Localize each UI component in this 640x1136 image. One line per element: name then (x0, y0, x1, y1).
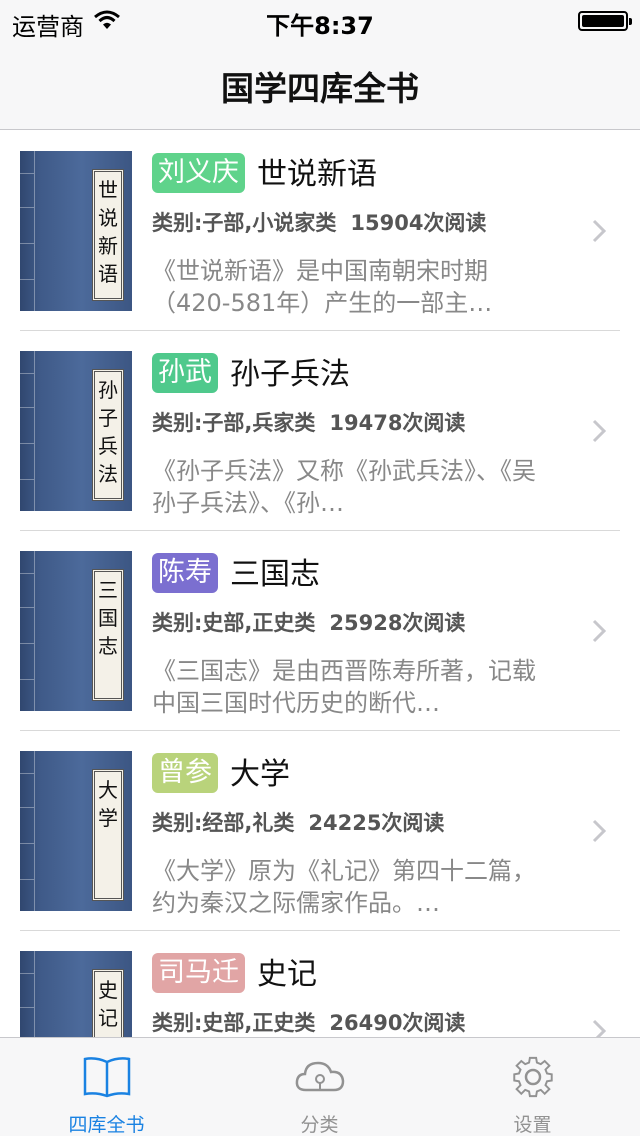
list-item[interactable]: 史记 司马迁 史记类别:史部,正史类 26490次阅读 (0, 931, 640, 1037)
tab-siku[interactable]: 四库全书 (0, 1038, 213, 1136)
header: 运营商 下午8:37 国学四库全书 (0, 0, 640, 130)
book-cover-image: 世说新语 (20, 151, 132, 311)
book-cover-image: 史记 (20, 951, 132, 1037)
book-description: 《三国志》是由西晋陈寿所著，记载中国三国时代历史的断代… (152, 657, 536, 717)
status-time: 下午8:37 (266, 12, 374, 40)
tab-settings[interactable]: 设置 (426, 1038, 639, 1136)
read-count: 19478次阅读 (329, 411, 466, 435)
gear-icon (512, 1056, 553, 1098)
author-badge: 陈寿 (152, 553, 218, 593)
book-list[interactable]: 世说新语 刘义庆 世说新语 类别:子部,小说家类 15904次阅读 《世说新语》是中国南朝… (0, 131, 640, 1037)
book-category: 类别:史部,正史类 (152, 611, 316, 635)
author-badge: 司马迁 (152, 953, 245, 993)
book-meta: 类别:子部,小说家类 15904次阅读 (152, 207, 486, 237)
chevron-right-icon (592, 219, 606, 243)
battery-icon (578, 11, 632, 31)
read-count: 15904次阅读 (350, 211, 487, 235)
book-category: 类别:经部,礼类 (152, 811, 295, 835)
cloud-icon (295, 1061, 344, 1092)
cover-label: 三国志 (92, 569, 124, 701)
read-count: 26490次阅读 (329, 1011, 466, 1035)
page-title: 国学四库全书 (221, 69, 419, 108)
tab-label: 分类 (300, 1114, 339, 1136)
read-count: 25928次阅读 (329, 611, 466, 635)
status-bar: 运营商 下午8:37 (0, 0, 640, 41)
author-badge: 孙武 (152, 353, 218, 393)
book-category: 类别:史部,正史类 (152, 1011, 316, 1035)
tab-label: 四库全书 (68, 1114, 145, 1136)
list-item[interactable]: 孙子兵法 孙武 孙子兵法 类别:子部,兵家类 19478次阅读 《孙子兵法》又称《孙武兵法… (0, 331, 640, 531)
book-title: 大学 (230, 757, 290, 792)
book-meta: 类别:子部,兵家类 19478次阅读 (152, 407, 465, 437)
chevron-right-icon (592, 419, 606, 443)
tab-label: 设置 (513, 1114, 552, 1136)
book-description: 《大学》原为《礼记》第四十二篇，约为秦汉之际儒家作品。… (152, 857, 536, 917)
cover-label: 史记 (92, 969, 124, 1037)
list-item[interactable]: 大学 曾参 大学 类别:经部,礼类 24225次阅读 《大学》原为《礼记》第四十二篇，约为… (0, 731, 640, 931)
read-count: 24225次阅读 (308, 811, 445, 835)
book-title: 孙子兵法 (230, 357, 350, 392)
chevron-right-icon (592, 819, 606, 843)
book-meta: 类别:史部,正史类 26490次阅读 (152, 1007, 465, 1037)
author-badge: 曾参 (152, 753, 218, 793)
book-description: 《孙子兵法》又称《孙武兵法》、《吴孙子兵法》、《孙… (152, 457, 536, 517)
book-title: 史记 (257, 957, 317, 992)
cover-label: 世说新语 (92, 169, 124, 301)
chevron-right-icon (592, 619, 606, 643)
list-item[interactable]: 三国志 陈寿 三国志 类别:史部,正史类 25928次阅读 《三国志》是由西晋陈寿所著，记… (0, 531, 640, 731)
book-meta: 类别:经部,礼类 24225次阅读 (152, 807, 444, 837)
tab-bar: 四库全书 分类 设置 (0, 1037, 640, 1136)
book-cover-image: 三国志 (20, 551, 132, 711)
tab-category[interactable]: 分类 (213, 1038, 426, 1136)
author-badge: 刘义庆 (152, 153, 245, 193)
cover-label: 孙子兵法 (92, 369, 124, 501)
book-category: 类别:子部,小说家类 (152, 211, 337, 235)
book-cover-image: 大学 (20, 751, 132, 911)
book-title: 世说新语 (257, 157, 377, 192)
chevron-right-icon (592, 1019, 606, 1037)
book-title: 三国志 (230, 557, 320, 592)
book-meta: 类别:史部,正史类 25928次阅读 (152, 607, 465, 637)
book-cover-image: 孙子兵法 (20, 351, 132, 511)
book-icon (83, 1057, 130, 1098)
list-item[interactable]: 世说新语 刘义庆 世说新语 类别:子部,小说家类 15904次阅读 《世说新语》是中国南朝… (0, 131, 640, 331)
book-description: 《世说新语》是中国南朝宋时期（420-581年）产生的一部主… (152, 257, 493, 317)
book-category: 类别:子部,兵家类 (152, 411, 316, 435)
cover-label: 大学 (92, 769, 124, 901)
